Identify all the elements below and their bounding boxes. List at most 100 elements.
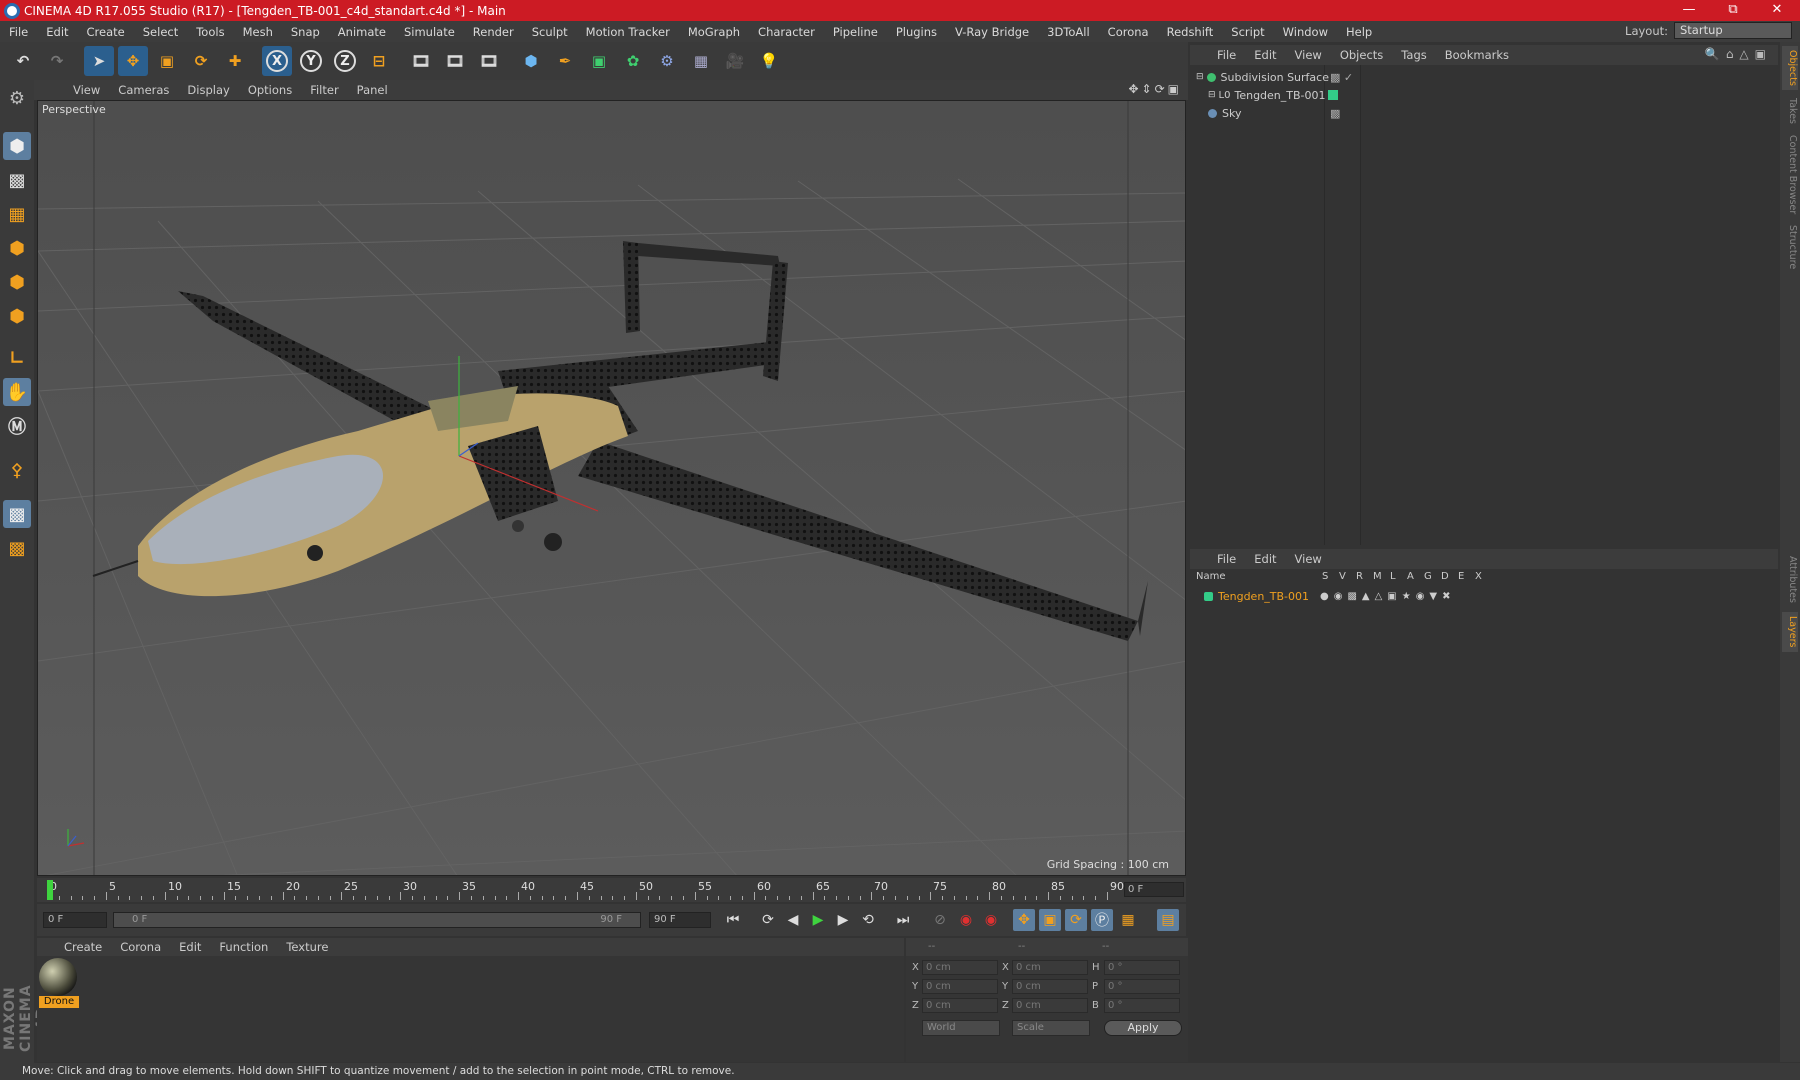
camera-icon[interactable]: 🎥: [720, 46, 750, 76]
menu-sculpt[interactable]: Sculpt: [523, 25, 577, 39]
rot-p-field[interactable]: 0 °: [1104, 979, 1180, 994]
menu-animate[interactable]: Animate: [329, 25, 395, 39]
layers-menu-edit[interactable]: Edit: [1245, 552, 1285, 566]
object-row[interactable]: ⊟ L0 Tengden_TB-001: [1190, 86, 1778, 104]
render-view-icon[interactable]: 🎞: [406, 46, 436, 76]
tab-takes[interactable]: Takes: [1782, 94, 1798, 128]
layer-color-icon[interactable]: [1328, 90, 1338, 100]
object-row[interactable]: ⊟ Subdivision Surface ▩ ✓: [1190, 68, 1778, 86]
layers-menu-file[interactable]: File: [1208, 552, 1245, 566]
light-icon[interactable]: 💡: [754, 46, 784, 76]
menu-redshift[interactable]: Redshift: [1158, 25, 1223, 39]
pen-spline-icon[interactable]: ✒: [550, 46, 580, 76]
tab-attributes[interactable]: Attributes: [1782, 550, 1798, 608]
playhead[interactable]: [47, 880, 53, 900]
next-frame-icon[interactable]: ▶: [832, 909, 854, 931]
y-axis-icon[interactable]: Y: [296, 46, 326, 76]
perspective-viewport[interactable]: Perspective Grid Spacing : 100 cm: [37, 100, 1186, 876]
visibility-toggle-icon[interactable]: ▩: [1330, 107, 1340, 120]
floor-icon[interactable]: ▦: [686, 46, 716, 76]
subdivision-icon[interactable]: ▣: [584, 46, 614, 76]
edit-render-settings-icon[interactable]: 🎞: [474, 46, 504, 76]
menu-select[interactable]: Select: [134, 25, 187, 39]
tab-layers[interactable]: Layers: [1782, 612, 1798, 652]
material-menu-create[interactable]: Create: [55, 940, 111, 954]
material-menu-texture[interactable]: Texture: [277, 940, 337, 954]
z-axis-icon[interactable]: Z: [330, 46, 360, 76]
menu-corona[interactable]: Corona: [1099, 25, 1158, 39]
material-menu-function[interactable]: Function: [210, 940, 277, 954]
size-mode-dropdown[interactable]: Scale: [1012, 1020, 1090, 1036]
pos-x-field[interactable]: 0 cm: [922, 960, 998, 975]
current-frame-field[interactable]: 0 F: [1124, 882, 1184, 897]
menu-vray-bridge[interactable]: V-Ray Bridge: [946, 25, 1038, 39]
frame-ruler[interactable]: 0 5 10 15 20 25 30 35 40 45 50 55 60 65 70 75 80 85 90: [47, 880, 1124, 900]
go-to-start-icon[interactable]: ⏮: [722, 909, 744, 931]
material-menu-edit[interactable]: Edit: [170, 940, 210, 954]
planar-workplane-icon[interactable]: ▩: [3, 534, 31, 562]
make-editable-icon[interactable]: ⚙: [3, 84, 31, 112]
viewport-menu-panel[interactable]: Panel: [348, 83, 397, 97]
axis-mode-icon[interactable]: ∟: [3, 344, 31, 372]
layer-row[interactable]: Tengden_TB-001 ●◉▩▲△▣★◉▼✖: [1190, 587, 1778, 605]
cube-icon[interactable]: ⬢: [516, 46, 546, 76]
snap-icon[interactable]: Ⓜ: [3, 412, 31, 440]
start-frame-field[interactable]: 0 F: [43, 912, 107, 928]
viewport-navigation-icons[interactable]: ✥⇕⟳▣: [1128, 82, 1182, 96]
tab-structure[interactable]: Structure: [1782, 222, 1798, 272]
visibility-toggle-icon[interactable]: ▩ ✓: [1330, 71, 1353, 84]
apply-button[interactable]: Apply: [1104, 1020, 1182, 1036]
timeline-window-icon[interactable]: ▤: [1157, 909, 1179, 931]
viewport-menu-view[interactable]: View: [64, 83, 109, 97]
redo-icon[interactable]: ↷: [42, 46, 72, 76]
menu-edit[interactable]: Edit: [37, 25, 77, 39]
tab-objects[interactable]: Objects: [1782, 46, 1798, 90]
rotate-icon[interactable]: ⟳: [186, 46, 216, 76]
go-to-end-icon[interactable]: ⏭: [892, 909, 914, 931]
viewport-menu-cameras[interactable]: Cameras: [109, 83, 178, 97]
object-row[interactable]: Sky ▩: [1190, 104, 1778, 122]
menu-motion-tracker[interactable]: Motion Tracker: [577, 25, 679, 39]
menu-file[interactable]: File: [0, 25, 37, 39]
coordinate-system-dropdown[interactable]: World: [922, 1020, 1000, 1036]
restore-icon[interactable]: ⧉: [1710, 0, 1756, 21]
move-icon[interactable]: ✥: [118, 46, 148, 76]
viewport-menu-filter[interactable]: Filter: [301, 83, 347, 97]
menu-simulate[interactable]: Simulate: [395, 25, 464, 39]
menu-script[interactable]: Script: [1222, 25, 1273, 39]
edges-mode-icon[interactable]: ⬢: [3, 268, 31, 296]
viewport-menu-options[interactable]: Options: [239, 83, 301, 97]
key-scale-icon[interactable]: ▣: [1039, 909, 1061, 931]
close-icon[interactable]: ✕: [1754, 0, 1800, 21]
keyframe-selection-icon[interactable]: ⊘: [929, 909, 951, 931]
select-arrow-icon[interactable]: ➤: [84, 46, 114, 76]
menu-mesh[interactable]: Mesh: [234, 25, 282, 39]
x-axis-icon[interactable]: X: [262, 46, 292, 76]
previous-key-icon[interactable]: ⟳: [757, 909, 779, 931]
objects-menu-file[interactable]: File: [1208, 48, 1245, 62]
rot-h-field[interactable]: 0 °: [1104, 960, 1180, 975]
menu-3dtoall[interactable]: 3DToAll: [1038, 25, 1099, 39]
objects-menu-edit[interactable]: Edit: [1245, 48, 1285, 62]
scale-icon[interactable]: ▣: [152, 46, 182, 76]
menu-pipeline[interactable]: Pipeline: [824, 25, 887, 39]
play-icon[interactable]: ▶: [807, 909, 829, 931]
live-select-icon[interactable]: ✚: [220, 46, 250, 76]
menu-help[interactable]: Help: [1337, 25, 1381, 39]
end-frame-field[interactable]: 90 F: [649, 912, 711, 928]
objects-menu-view[interactable]: View: [1286, 48, 1331, 62]
objects-menu-bookmarks[interactable]: Bookmarks: [1436, 48, 1518, 62]
key-pla-icon[interactable]: ▦: [1117, 909, 1139, 931]
autokey-icon[interactable]: ◉: [980, 909, 1002, 931]
menu-plugins[interactable]: Plugins: [887, 25, 946, 39]
size-x-field[interactable]: 0 cm: [1012, 960, 1088, 975]
workplane-lock-icon[interactable]: ▩: [3, 500, 31, 528]
objects-menu-objects[interactable]: Objects: [1331, 48, 1392, 62]
record-icon[interactable]: ◉: [955, 909, 977, 931]
pos-y-field[interactable]: 0 cm: [922, 979, 998, 994]
layer-color-icon[interactable]: [1204, 591, 1213, 601]
layout-dropdown[interactable]: Startup: [1674, 22, 1792, 39]
previous-frame-icon[interactable]: ◀: [782, 909, 804, 931]
menu-tools[interactable]: Tools: [187, 25, 233, 39]
menu-snap[interactable]: Snap: [282, 25, 329, 39]
